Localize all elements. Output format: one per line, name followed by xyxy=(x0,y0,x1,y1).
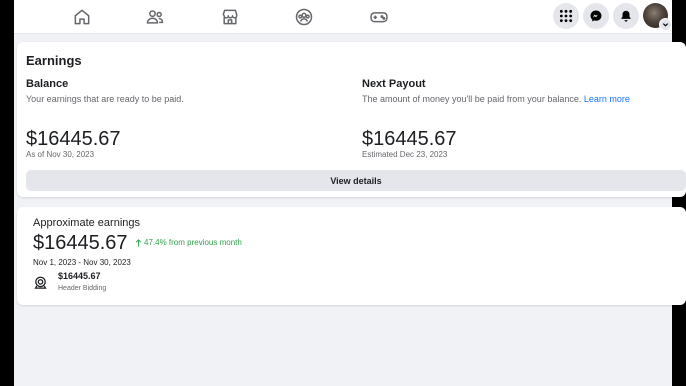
notifications-icon xyxy=(619,9,633,23)
approximate-earnings-card: Approximate earnings $16445.67 47.4% fro… xyxy=(17,207,686,305)
next-payout-description-row: The amount of money you'll be paid from … xyxy=(362,93,686,105)
next-payout-amount: $16445.67 xyxy=(362,128,457,150)
source-amount: $16445.67 xyxy=(58,271,101,281)
growth-indicator: 47.4% from previous month xyxy=(135,238,242,247)
chevron-down-icon[interactable] xyxy=(659,18,672,31)
growth-text: 47.4% from previous month xyxy=(144,238,242,247)
date-range: Nov 1, 2023 - Nov 30, 2023 xyxy=(33,258,131,267)
next-payout-section: Next Payout The amount of money you'll b… xyxy=(362,77,686,159)
balance-section: Balance Your earnings that are ready to … xyxy=(26,77,356,159)
gaming-icon[interactable] xyxy=(369,7,389,27)
next-payout-description: The amount of money you'll be paid from … xyxy=(362,94,582,104)
earnings-card: Earnings Balance Your earnings that are … xyxy=(17,42,686,197)
notifications-button[interactable] xyxy=(613,3,639,29)
balance-amount: $16445.67 xyxy=(26,128,121,150)
menu-grid-button[interactable] xyxy=(553,3,579,29)
marketplace-icon[interactable] xyxy=(220,7,240,27)
approximate-earnings-title: Approximate earnings xyxy=(33,217,141,229)
top-navigation-bar xyxy=(14,0,672,34)
approximate-earnings-amount: $16445.67 xyxy=(33,232,128,254)
balance-description: Your earnings that are ready to be paid. xyxy=(26,94,184,104)
balance-date: As of Nov 30, 2023 xyxy=(26,150,95,159)
learn-more-link[interactable]: Learn more xyxy=(584,94,630,104)
balance-heading: Balance xyxy=(26,78,69,90)
source-label: Header Bidding xyxy=(58,285,107,292)
next-payout-heading: Next Payout xyxy=(362,78,426,90)
view-details-button[interactable]: View details xyxy=(26,170,686,191)
next-payout-date: Estimated Dec 23, 2023 xyxy=(362,150,448,159)
arrow-up-icon xyxy=(135,238,142,247)
messenger-button[interactable] xyxy=(583,3,609,29)
left-border xyxy=(0,0,14,386)
home-icon[interactable] xyxy=(72,7,92,27)
friends-icon[interactable] xyxy=(145,7,165,27)
menu-grid-icon xyxy=(559,9,573,23)
header-bidding-icon xyxy=(33,275,48,290)
earnings-title: Earnings xyxy=(26,53,82,68)
messenger-icon xyxy=(589,9,603,23)
groups-icon[interactable] xyxy=(294,7,314,27)
